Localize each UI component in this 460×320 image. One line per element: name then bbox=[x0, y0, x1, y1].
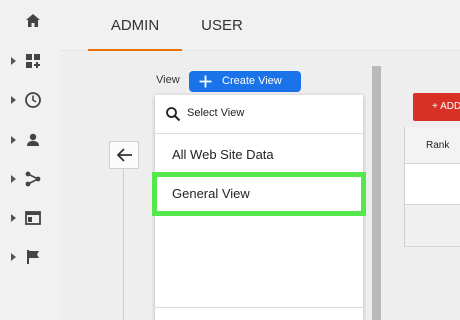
view-search-input[interactable]: Select View bbox=[155, 95, 363, 134]
share-nodes-icon bbox=[24, 170, 42, 188]
arrow-left-icon bbox=[116, 148, 132, 162]
view-search-placeholder: Select View bbox=[187, 107, 245, 119]
dropdown-divider bbox=[155, 307, 363, 308]
scrollbar[interactable] bbox=[372, 66, 381, 320]
add-button[interactable]: + ADD bbox=[413, 93, 460, 121]
expand-caret-icon bbox=[11, 175, 16, 183]
expand-caret-icon bbox=[11, 136, 16, 144]
search-icon bbox=[166, 107, 181, 122]
nav-item-behavior[interactable] bbox=[0, 205, 60, 231]
tab-user[interactable]: USER bbox=[194, 0, 250, 50]
nav-item-home[interactable] bbox=[0, 8, 60, 34]
rank-column-header[interactable]: Rank bbox=[405, 127, 460, 164]
rank-header-label: Rank bbox=[426, 140, 450, 151]
flag-icon bbox=[24, 248, 42, 266]
back-button[interactable] bbox=[109, 141, 139, 169]
nav-item-conversions[interactable] bbox=[0, 244, 60, 270]
nav-item-acquisition[interactable] bbox=[0, 166, 60, 192]
view-option-label: General View bbox=[172, 186, 250, 201]
view-option-all-web-site-data[interactable]: All Web Site Data bbox=[155, 136, 363, 174]
view-option-label: All Web Site Data bbox=[172, 147, 274, 162]
left-nav-rail bbox=[0, 0, 60, 320]
clock-icon bbox=[24, 91, 42, 109]
create-view-button[interactable]: Create View bbox=[189, 71, 301, 92]
top-tab-bar: ADMIN USER bbox=[60, 0, 460, 51]
expand-caret-icon bbox=[11, 253, 16, 261]
window-icon bbox=[24, 209, 42, 227]
tab-admin[interactable]: ADMIN bbox=[88, 0, 182, 51]
column-divider-line bbox=[123, 169, 124, 320]
plus-icon bbox=[198, 74, 213, 89]
create-view-label: Create View bbox=[222, 75, 282, 87]
person-icon bbox=[24, 131, 42, 149]
view-dropdown: Select View All Web Site Data General Vi… bbox=[152, 95, 366, 320]
view-column-label: View bbox=[156, 74, 180, 86]
dashboard-add-icon bbox=[24, 52, 42, 70]
nav-item-customization[interactable] bbox=[0, 48, 60, 74]
nav-item-audience[interactable] bbox=[0, 127, 60, 153]
nav-item-realtime[interactable] bbox=[0, 87, 60, 113]
expand-caret-icon bbox=[11, 214, 16, 222]
home-icon bbox=[24, 12, 42, 30]
view-option-general-view[interactable]: General View bbox=[152, 172, 366, 216]
expand-caret-icon bbox=[11, 57, 16, 65]
table-row bbox=[405, 205, 460, 247]
expand-caret-icon bbox=[11, 96, 16, 104]
rank-table: Rank bbox=[404, 127, 460, 247]
table-row bbox=[405, 164, 460, 205]
